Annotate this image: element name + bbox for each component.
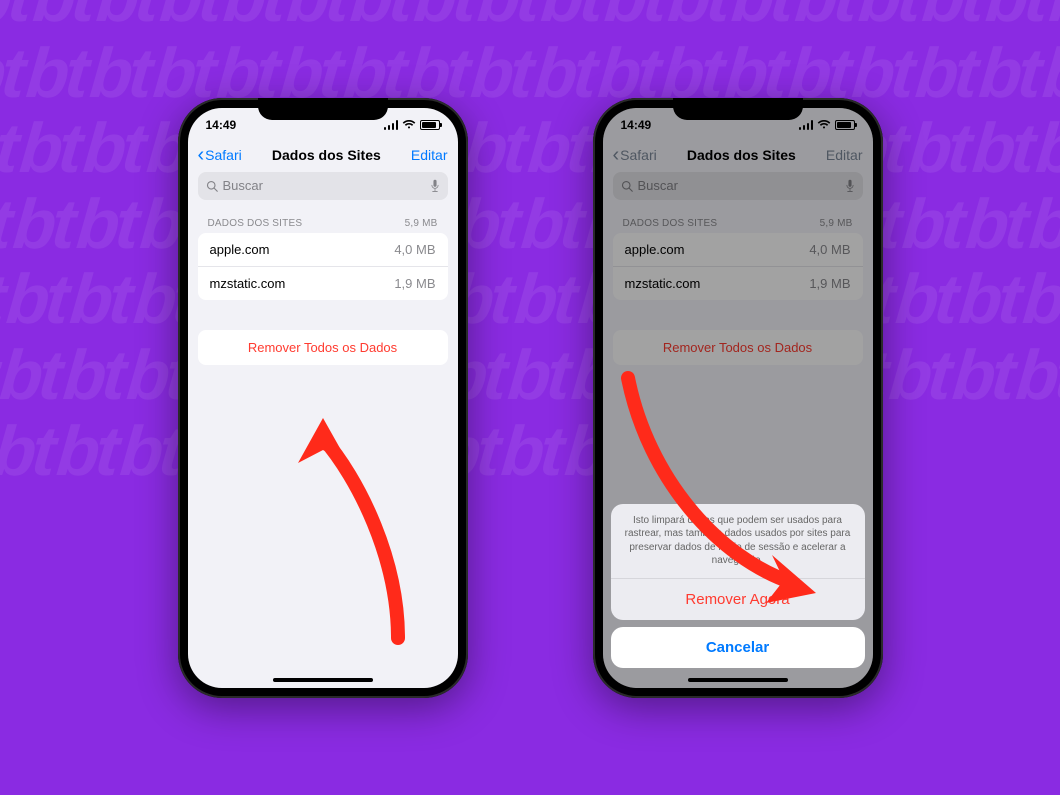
- site-row[interactable]: apple.com 4,0 MB: [198, 233, 448, 267]
- site-size: 1,9 MB: [394, 276, 435, 291]
- stage: 14:49 ‹ Safari Dados dos Sites Editar: [0, 0, 1060, 795]
- home-indicator[interactable]: [688, 678, 788, 682]
- battery-icon: [420, 120, 440, 130]
- search-placeholder: Buscar: [223, 178, 263, 193]
- remove-all-data-button[interactable]: Remover Todos os Dados: [198, 330, 448, 365]
- wifi-icon: [402, 119, 416, 130]
- section-header: DADOS DOS SITES 5,9 MB: [188, 206, 458, 233]
- section-title: DADOS DOS SITES: [208, 218, 303, 229]
- search-icon: [206, 180, 218, 192]
- screen-right: 14:49 ‹ Safari Dados dos Sites Editar: [603, 108, 873, 688]
- status-time: 14:49: [206, 118, 237, 132]
- back-button[interactable]: ‹ Safari: [198, 145, 242, 165]
- home-indicator[interactable]: [273, 678, 373, 682]
- microphone-icon[interactable]: [430, 179, 440, 193]
- remove-now-button[interactable]: Remover Agora: [611, 579, 865, 620]
- site-domain: mzstatic.com: [210, 276, 286, 291]
- search-input[interactable]: Buscar: [198, 172, 448, 200]
- nav-bar: ‹ Safari Dados dos Sites Editar: [188, 138, 458, 172]
- site-row[interactable]: mzstatic.com 1,9 MB: [198, 267, 448, 300]
- notch: [258, 98, 388, 120]
- action-sheet-message: Isto limpará dados que podem ser usados …: [611, 504, 865, 579]
- page-title: Dados dos Sites: [272, 147, 381, 163]
- site-list: apple.com 4,0 MB mzstatic.com 1,9 MB: [198, 233, 448, 300]
- phone-left: 14:49 ‹ Safari Dados dos Sites Editar: [178, 98, 468, 698]
- screen-left: 14:49 ‹ Safari Dados dos Sites Editar: [188, 108, 458, 688]
- cancel-button[interactable]: Cancelar: [611, 627, 865, 668]
- section-total: 5,9 MB: [405, 218, 438, 229]
- phone-right: 14:49 ‹ Safari Dados dos Sites Editar: [593, 98, 883, 698]
- site-size: 4,0 MB: [394, 242, 435, 257]
- chevron-left-icon: ‹: [198, 145, 205, 165]
- site-domain: apple.com: [210, 242, 270, 257]
- edit-button[interactable]: Editar: [411, 147, 448, 163]
- annotation-arrow-left: [228, 408, 418, 658]
- back-label: Safari: [205, 147, 242, 163]
- action-sheet: Isto limpará dados que podem ser usados …: [611, 504, 865, 668]
- cellular-signal-icon: [384, 120, 398, 130]
